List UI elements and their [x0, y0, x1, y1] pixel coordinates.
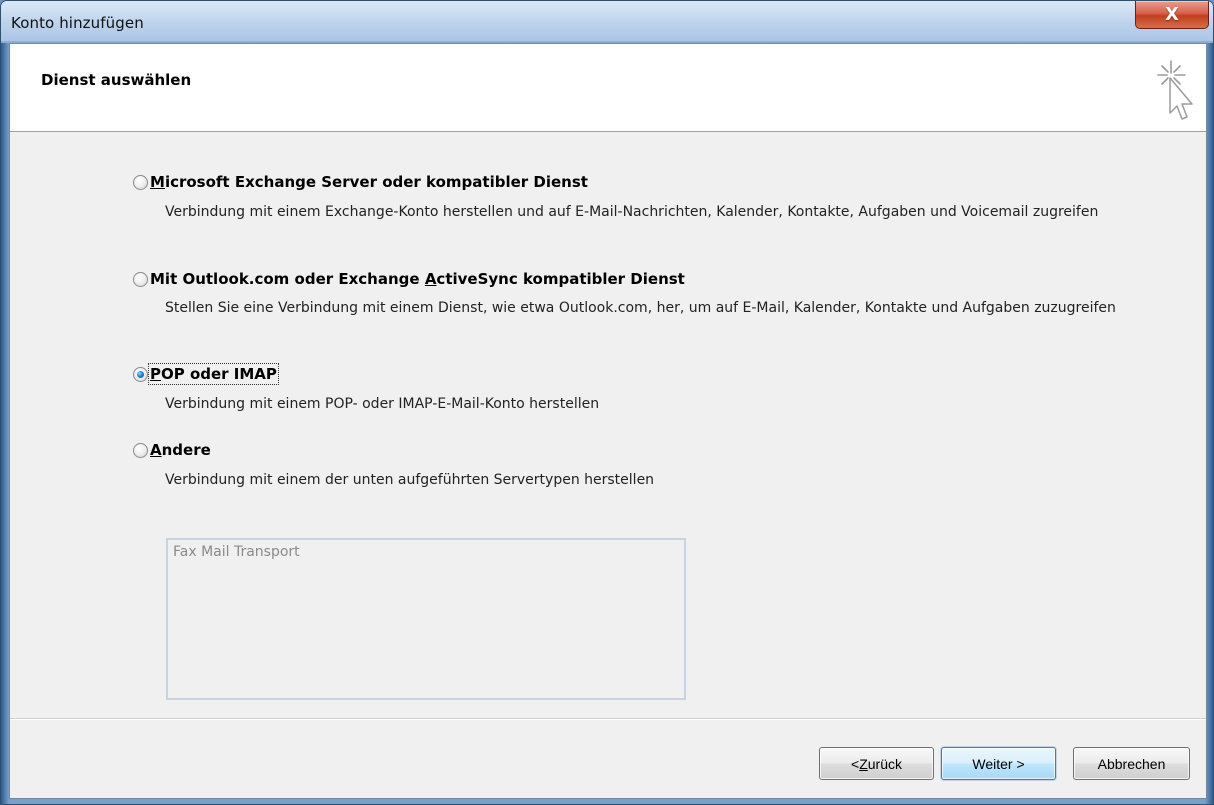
other-label-mnemonic: A	[150, 441, 162, 459]
window-title: Konto hinzufügen	[11, 14, 144, 32]
back-button-mnemonic: Z	[859, 755, 868, 772]
wizard-cursor-icon	[1157, 60, 1193, 120]
option-exchange[interactable]: Microsoft Exchange Server oder kompatibl…	[133, 172, 588, 192]
other-label[interactable]: Andere	[150, 441, 211, 459]
exchange-description: Verbindung mit einem Exchange-Konto hers…	[165, 204, 1099, 220]
exchange-radio[interactable]	[133, 174, 148, 190]
pop-imap-label-mnemonic: P	[150, 365, 161, 383]
back-button[interactable]: < Zurück	[819, 747, 934, 780]
other-description: Verbindung mit einem der unten aufgeführ…	[165, 472, 655, 488]
outlook-activesync-label-prefix: Mit Outlook.com oder Exchange	[150, 270, 425, 288]
back-button-suffix: urück	[867, 755, 902, 772]
option-outlook-activesync[interactable]: Mit Outlook.com oder Exchange ActiveSync…	[133, 269, 685, 289]
pop-imap-radio[interactable]	[133, 366, 148, 382]
outlook-activesync-label-mnemonic: A	[424, 270, 437, 288]
other-label-suffix: ndere	[161, 441, 211, 459]
exchange-label-mnemonic: M	[150, 173, 165, 191]
close-button[interactable]: X	[1135, 1, 1209, 29]
outlook-activesync-label[interactable]: Mit Outlook.com oder Exchange ActiveSync…	[150, 270, 685, 288]
next-button[interactable]: Weiter >	[941, 747, 1056, 780]
option-other[interactable]: Andere	[133, 440, 211, 460]
wizard-header: Dienst auswählen	[10, 44, 1206, 132]
cancel-button[interactable]: Abbrechen	[1073, 747, 1190, 780]
window-left-frame	[1, 43, 9, 804]
option-pop-imap[interactable]: POP oder IMAP	[133, 363, 279, 385]
outlook-activesync-description: Stellen Sie eine Verbindung mit einem Di…	[165, 300, 1116, 316]
outlook-activesync-label-suffix: ctiveSync kompatibler Dienst	[436, 270, 685, 288]
page-title: Dienst auswählen	[41, 71, 192, 89]
exchange-label-suffix: icrosoft Exchange Server oder kompatible…	[164, 173, 588, 191]
server-type-list[interactable]: Fax Mail Transport	[166, 538, 686, 700]
service-options: Microsoft Exchange Server oder kompatibl…	[10, 132, 1206, 718]
close-icon: X	[1165, 4, 1179, 25]
pop-imap-label-suffix: OP oder IMAP	[161, 365, 277, 383]
pop-imap-description: Verbindung mit einem POP- oder IMAP-E-Ma…	[165, 396, 600, 412]
outlook-activesync-radio[interactable]	[133, 271, 148, 287]
dialog-content: Dienst auswählen Microsoft Exchange Serv…	[9, 43, 1207, 799]
list-item[interactable]: Fax Mail Transport	[168, 540, 684, 564]
other-radio[interactable]	[133, 442, 148, 458]
pop-imap-label[interactable]: POP oder IMAP	[148, 363, 279, 385]
exchange-label[interactable]: Microsoft Exchange Server oder kompatibl…	[150, 173, 588, 191]
back-button-prefix: <	[851, 755, 860, 772]
title-bar[interactable]: Konto hinzufügen X	[1, 1, 1213, 43]
button-divider	[10, 718, 1206, 719]
add-account-window: Konto hinzufügen X Dienst auswählen Micr…	[0, 0, 1214, 805]
